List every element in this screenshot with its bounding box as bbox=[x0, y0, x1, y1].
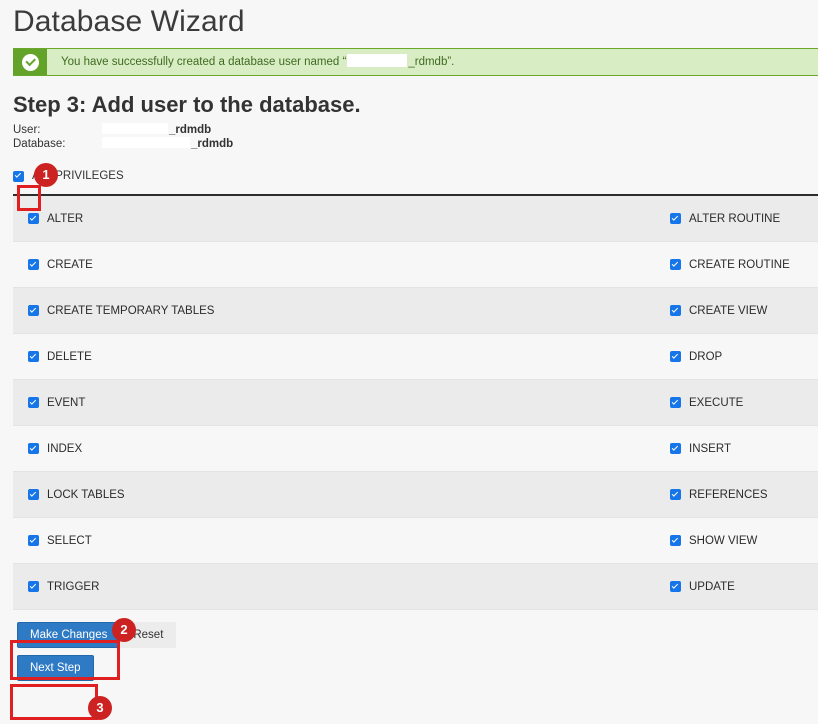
table-row: EVENT EXECUTE bbox=[13, 380, 818, 426]
user-value: _rdmdb bbox=[101, 123, 211, 137]
privilege-checkbox[interactable] bbox=[28, 259, 39, 270]
database-label: Database: bbox=[13, 138, 66, 150]
privilege-cell[interactable]: CREATE ROUTINE bbox=[655, 259, 818, 271]
alert-message-after: _rdmdb”. bbox=[408, 56, 455, 68]
page-title: Database Wizard bbox=[13, 5, 245, 38]
success-alert: You have successfully created a database… bbox=[13, 48, 818, 76]
next-step-button[interactable]: Next Step bbox=[17, 655, 94, 681]
privilege-cell[interactable]: TRIGGER bbox=[13, 581, 655, 593]
privilege-label: CREATE TEMPORARY TABLES bbox=[47, 304, 215, 317]
table-row: SELECT SHOW VIEW bbox=[13, 518, 818, 564]
info-row-user: User: _rdmdb bbox=[13, 123, 818, 137]
privilege-label: INSERT bbox=[689, 442, 731, 455]
privilege-checkbox[interactable] bbox=[28, 443, 39, 454]
user-value-text: _rdmdb bbox=[169, 124, 212, 136]
privilege-checkbox[interactable] bbox=[670, 489, 681, 500]
alert-icon-cell bbox=[13, 49, 47, 75]
privilege-checkbox[interactable] bbox=[670, 581, 681, 592]
privilege-label: EVENT bbox=[47, 396, 86, 409]
user-label: User: bbox=[13, 124, 41, 136]
privilege-checkbox[interactable] bbox=[28, 489, 39, 500]
privilege-cell[interactable]: DELETE bbox=[13, 351, 655, 363]
privilege-cell[interactable]: REFERENCES bbox=[655, 489, 818, 501]
redaction-block bbox=[347, 54, 408, 67]
table-row: DELETE DROP bbox=[13, 334, 818, 380]
privilege-label: DELETE bbox=[47, 350, 92, 363]
privilege-label: UPDATE bbox=[689, 580, 735, 593]
privilege-cell[interactable]: SELECT bbox=[13, 535, 655, 547]
privilege-label: SELECT bbox=[47, 534, 92, 547]
privilege-label: CREATE bbox=[47, 258, 93, 271]
privilege-checkbox[interactable] bbox=[670, 259, 681, 270]
privilege-cell[interactable]: CREATE bbox=[13, 259, 655, 271]
privilege-cell[interactable]: INDEX bbox=[13, 443, 655, 455]
check-circle-icon bbox=[21, 53, 39, 71]
redaction-block bbox=[102, 137, 190, 148]
privilege-label: CREATE ROUTINE bbox=[689, 258, 790, 271]
privilege-label: TRIGGER bbox=[47, 580, 100, 593]
db-info-block: User: _rdmdb Database: _rdmdb bbox=[0, 118, 818, 151]
privilege-label: DROP bbox=[689, 350, 723, 363]
next-step-bar: Next Step bbox=[0, 648, 818, 681]
privilege-cell[interactable]: LOCK TABLES bbox=[13, 489, 655, 501]
info-row-database: Database: _rdmdb bbox=[13, 137, 818, 151]
privilege-checkbox[interactable] bbox=[670, 397, 681, 408]
privilege-checkbox[interactable] bbox=[28, 305, 39, 316]
privilege-cell[interactable]: EVENT bbox=[13, 397, 655, 409]
table-row: CREATE TEMPORARY TABLES CREATE VIEW bbox=[13, 288, 818, 334]
privilege-checkbox[interactable] bbox=[670, 213, 681, 224]
annotation-badge-1: 1 bbox=[34, 163, 58, 187]
privileges-table: ALTER ALTER ROUTINE CREATE CREATE ROUTINE CR… bbox=[13, 194, 818, 610]
privilege-cell[interactable]: UPDATE bbox=[655, 581, 818, 593]
privilege-label: ALTER bbox=[47, 212, 84, 225]
privilege-checkbox[interactable] bbox=[670, 535, 681, 546]
table-row: INDEX INSERT bbox=[13, 426, 818, 472]
privilege-checkbox[interactable] bbox=[28, 213, 39, 224]
privilege-checkbox[interactable] bbox=[28, 351, 39, 362]
database-value-text: _rdmdb bbox=[191, 138, 234, 150]
privilege-label: EXECUTE bbox=[689, 396, 744, 409]
privilege-cell[interactable]: ALTER ROUTINE bbox=[655, 213, 818, 225]
privilege-cell[interactable]: EXECUTE bbox=[655, 397, 818, 409]
privilege-checkbox[interactable] bbox=[670, 351, 681, 362]
table-row: TRIGGER UPDATE bbox=[13, 564, 818, 610]
table-row: LOCK TABLES REFERENCES bbox=[13, 472, 818, 518]
alert-message: You have successfully created a database… bbox=[47, 49, 454, 75]
table-row: CREATE CREATE ROUTINE bbox=[13, 242, 818, 288]
all-privileges-row[interactable]: ALL PRIVILEGES bbox=[0, 151, 818, 185]
redaction-block bbox=[102, 123, 168, 134]
privilege-label: SHOW VIEW bbox=[689, 534, 758, 547]
make-changes-button[interactable]: Make Changes bbox=[17, 622, 121, 648]
privilege-label: LOCK TABLES bbox=[47, 488, 125, 501]
privilege-cell[interactable]: ALTER bbox=[13, 213, 655, 225]
privilege-cell[interactable]: INSERT bbox=[655, 443, 818, 455]
annotation-badge-2: 2 bbox=[112, 618, 136, 642]
privilege-checkbox[interactable] bbox=[670, 443, 681, 454]
alert-container: You have successfully created a database… bbox=[0, 48, 818, 76]
annotation-box-3 bbox=[10, 684, 98, 720]
privilege-checkbox[interactable] bbox=[670, 305, 681, 316]
privilege-cell[interactable]: SHOW VIEW bbox=[655, 535, 818, 547]
privilege-label: CREATE VIEW bbox=[689, 304, 768, 317]
privilege-checkbox[interactable] bbox=[28, 397, 39, 408]
privilege-checkbox[interactable] bbox=[28, 581, 39, 592]
alert-message-before: You have successfully created a database… bbox=[61, 56, 347, 68]
privilege-cell[interactable]: CREATE VIEW bbox=[655, 305, 818, 317]
privilege-cell[interactable]: DROP bbox=[655, 351, 818, 363]
annotation-badge-3: 3 bbox=[88, 696, 112, 720]
privilege-cell[interactable]: CREATE TEMPORARY TABLES bbox=[13, 305, 655, 317]
database-value: _rdmdb bbox=[101, 137, 233, 151]
privilege-label: REFERENCES bbox=[689, 488, 768, 501]
step-heading: Step 3: Add user to the database. bbox=[13, 92, 361, 117]
all-privileges-checkbox[interactable] bbox=[13, 170, 24, 182]
privilege-label: INDEX bbox=[47, 442, 83, 455]
privilege-checkbox[interactable] bbox=[28, 535, 39, 546]
privilege-label: ALTER ROUTINE bbox=[689, 212, 781, 225]
table-row: ALTER ALTER ROUTINE bbox=[13, 196, 818, 242]
